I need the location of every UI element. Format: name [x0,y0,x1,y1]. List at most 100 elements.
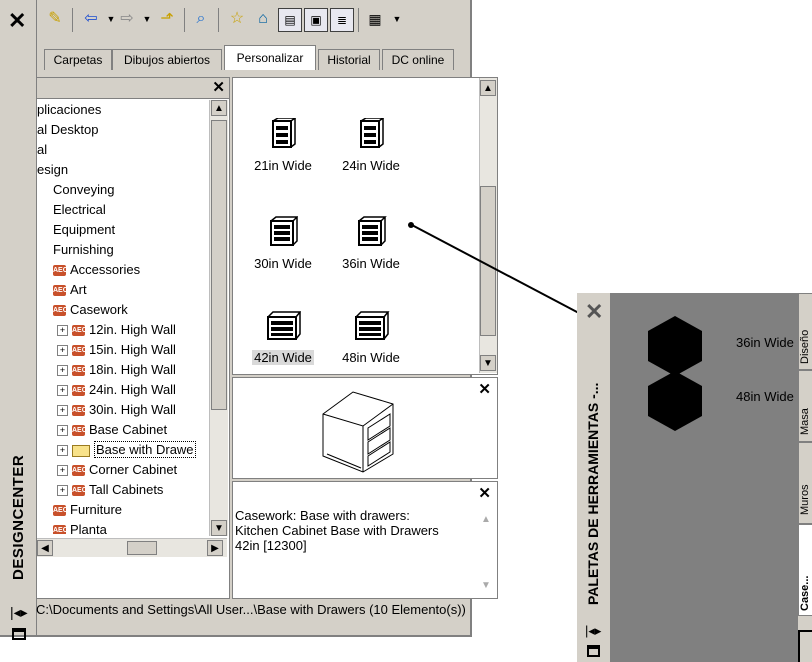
close-icon[interactable]: ✕ [8,8,26,34]
tree-item[interactable]: esign [37,160,68,180]
tab-folders[interactable]: Carpetas [44,49,112,70]
tree-item[interactable]: + AEC 24in. High Wall [57,380,176,400]
aec-folder-icon: AEC [53,305,68,317]
block-item[interactable]: 30in Wide [243,216,323,271]
description-scrollbar[interactable]: ▲ ▼ [479,512,496,596]
autohide-icon[interactable]: |◂▸ [585,623,601,639]
cabinet-icon [355,311,390,340]
block-item[interactable]: 48in Wide [331,310,411,365]
expand-icon[interactable]: + [57,405,68,417]
designcenter-titlebar[interactable]: ✕ DESIGNCENTER |◂▸ [0,0,37,640]
tree-item[interactable]: al [37,140,47,160]
tree-item[interactable]: + AEC 12in. High Wall [57,320,176,340]
close-icon[interactable]: ✕ [478,484,491,502]
block-item-selected[interactable]: 42in Wide [243,310,323,365]
tool-palette-titlebar[interactable]: ✕ PALETAS DE HERRAMIENTAS -... |◂▸ [577,293,611,662]
scroll-up-icon[interactable]: ▲ [480,80,496,96]
tree-item[interactable]: AEC Planta [53,520,107,534]
tree-item[interactable]: plicaciones [37,100,101,120]
favorites-icon[interactable]: ☆ [226,8,248,30]
tool-label[interactable]: 36in Wide [736,335,794,350]
tree-item[interactable]: + AEC Base Cabinet [57,420,167,440]
cabinet-preview-icon [322,391,394,473]
tree-item[interactable]: Furnishing [53,240,114,260]
aec-folder-icon: AEC [72,385,87,397]
scroll-right-icon[interactable]: ▶ [207,540,223,556]
block-label: 30in Wide [254,256,312,271]
forward-icon[interactable]: ⇨ [116,8,138,30]
up-icon[interactable]: ⬏ [156,8,178,30]
load-icon[interactable]: ✎ [44,8,66,30]
palette-tab-muros[interactable]: Muros [798,442,812,524]
scroll-thumb[interactable] [127,541,157,555]
tree-item[interactable]: al Desktop [37,120,98,140]
close-icon[interactable]: ✕ [478,380,491,398]
properties-icon[interactable] [12,628,26,640]
tree-horizontal-scrollbar[interactable]: ◀ ▶ [37,538,227,557]
tab-open-drawings[interactable]: Dibujos abiertos [112,49,222,70]
search-icon[interactable]: ⌕ [190,8,212,30]
description-text: Casework: Base with drawers: Kitchen Cab… [235,508,439,553]
tree-item[interactable]: + AEC 15in. High Wall [57,340,176,360]
views-icon[interactable]: ▦ [364,8,386,30]
tree-item[interactable]: + AEC 18in. High Wall [57,360,176,380]
expand-icon[interactable]: + [57,465,68,477]
back-icon[interactable]: ⇦ [80,8,102,30]
tree-item-selected[interactable]: + Base with Drawe [57,440,196,460]
tree-item[interactable]: + AEC Tall Cabinets [57,480,163,500]
block-item[interactable]: 24in Wide [331,118,411,173]
expand-icon[interactable]: + [57,445,68,457]
tool-palette-title: PALETAS DE HERRAMIENTAS -... [585,382,601,605]
designcenter-title: DESIGNCENTER [10,454,27,580]
autohide-icon[interactable]: |◂▸ [10,604,28,621]
scroll-down-icon[interactable]: ▼ [480,355,496,371]
palette-tab-overflow[interactable] [798,630,812,662]
home-icon[interactable]: ⌂ [252,8,274,30]
expand-icon[interactable]: + [57,485,68,497]
tree-item[interactable]: AEC Art [53,280,87,300]
tree-item[interactable]: + AEC 30in. High Wall [57,400,176,420]
scroll-left-icon[interactable]: ◀ [37,540,53,556]
tree-item[interactable]: Conveying [53,180,114,200]
tree-view-toggle-icon[interactable]: ▤ [278,8,302,32]
palette-tab-casework[interactable]: Case... [798,524,812,616]
aec-folder-icon: AEC [53,285,68,297]
tree-item[interactable]: AEC Casework [53,300,128,320]
palette-tab-diseno[interactable]: Diseño [798,293,812,370]
expand-icon[interactable]: + [57,365,68,377]
close-icon[interactable]: ✕ [585,299,603,325]
forward-dropdown-icon[interactable]: ▼ [136,8,158,30]
tree-vertical-scrollbar[interactable]: ▲ ▼ [209,100,228,536]
tool-hexagon-icon[interactable] [648,316,702,376]
folder-tree[interactable]: ✕ plicaciones al Desktop al esign Convey… [36,77,230,599]
properties-icon[interactable] [587,645,600,657]
block-item[interactable]: 36in Wide [331,216,411,271]
tree-item[interactable]: AEC Furniture [53,500,122,520]
tree-item[interactable]: Electrical [53,200,106,220]
scroll-thumb[interactable] [211,120,227,410]
palette-tab-masa[interactable]: Masa [798,370,812,442]
scroll-down-icon[interactable]: ▼ [211,520,227,536]
expand-icon[interactable]: + [57,425,68,437]
expand-icon[interactable]: + [57,385,68,397]
description-toggle-icon[interactable]: ≣ [330,8,354,32]
tool-label[interactable]: 48in Wide [736,389,794,404]
views-dropdown-icon[interactable]: ▼ [386,8,408,30]
status-bar: C:\Documents and Settings\All User...\Ba… [36,602,466,617]
block-label: 48in Wide [342,350,400,365]
block-item[interactable]: 21in Wide [243,118,323,173]
tab-dc-online[interactable]: DC online [382,49,454,70]
tab-customize[interactable]: Personalizar [224,45,316,70]
tab-history[interactable]: Historial [318,49,380,70]
cabinet-icon [270,216,298,246]
expand-icon[interactable]: + [57,345,68,357]
tool-hexagon-icon[interactable] [648,371,702,431]
close-icon[interactable]: ✕ [212,78,225,96]
tree-item[interactable]: + AEC Corner Cabinet [57,460,177,480]
scroll-up-icon[interactable]: ▲ [211,100,227,116]
tree-item[interactable]: Equipment [53,220,115,240]
expand-icon[interactable]: + [57,325,68,337]
aec-folder-icon: AEC [72,485,87,497]
preview-toggle-icon[interactable]: ▣ [304,8,328,32]
tree-item[interactable]: AEC Accessories [53,260,140,280]
